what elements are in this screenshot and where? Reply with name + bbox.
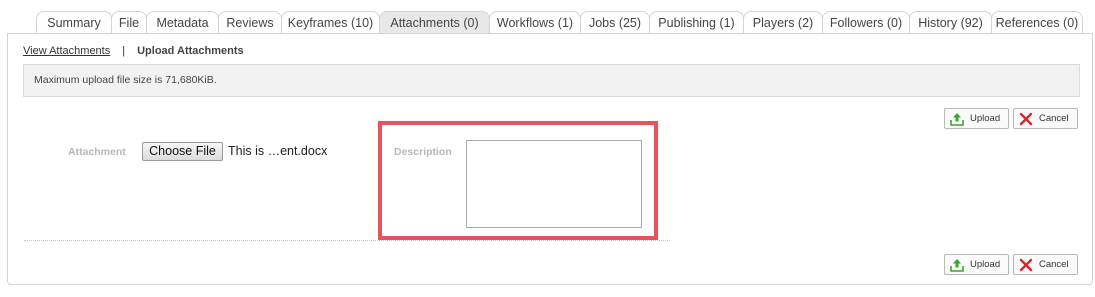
tab-keyframes[interactable]: Keyframes (10) bbox=[281, 11, 380, 33]
tab-players[interactable]: Players (2) bbox=[743, 11, 823, 33]
tab-bar: Summary File Metadata Reviews Keyframes … bbox=[36, 11, 1083, 34]
upload-button-bottom[interactable]: Upload bbox=[944, 254, 1009, 275]
upload-label: Upload bbox=[970, 259, 1001, 270]
red-x-icon bbox=[1019, 112, 1033, 126]
upload-arrow-icon bbox=[950, 112, 964, 126]
attachment-label: Attachment bbox=[68, 146, 126, 158]
tab-history[interactable]: History (92) bbox=[909, 11, 992, 33]
upload-size-info: Maximum upload file size is 71,680KiB. bbox=[23, 64, 1080, 97]
upload-button-top[interactable]: Upload bbox=[944, 108, 1009, 129]
tab-publishing[interactable]: Publishing (1) bbox=[649, 11, 744, 33]
tab-file[interactable]: File bbox=[111, 11, 147, 33]
tab-metadata[interactable]: Metadata bbox=[146, 11, 219, 33]
upload-attachments-current: Upload Attachments bbox=[137, 45, 244, 57]
tab-summary[interactable]: Summary bbox=[36, 11, 112, 33]
red-x-icon bbox=[1019, 258, 1033, 272]
tab-references[interactable]: References (0) bbox=[991, 11, 1083, 33]
cancel-button-bottom[interactable]: Cancel bbox=[1013, 254, 1078, 275]
form-divider bbox=[24, 240, 670, 241]
tab-attachments[interactable]: Attachments (0) bbox=[379, 11, 490, 33]
upload-arrow-icon bbox=[950, 258, 964, 272]
cancel-label: Cancel bbox=[1039, 113, 1069, 124]
tab-followers[interactable]: Followers (0) bbox=[822, 11, 910, 33]
subnav: View Attachments | Upload Attachments bbox=[23, 45, 244, 57]
cancel-button-top[interactable]: Cancel bbox=[1013, 108, 1078, 129]
view-attachments-link[interactable]: View Attachments bbox=[23, 45, 110, 57]
tab-workflows[interactable]: Workflows (1) bbox=[489, 11, 581, 33]
tab-jobs[interactable]: Jobs (25) bbox=[580, 11, 650, 33]
selected-file-name: This is …ent.docx bbox=[228, 144, 328, 158]
description-highlight-box bbox=[378, 121, 658, 240]
subnav-separator: | bbox=[122, 45, 126, 57]
cancel-label: Cancel bbox=[1039, 259, 1069, 270]
choose-file-button[interactable]: Choose File bbox=[142, 142, 223, 161]
upload-label: Upload bbox=[970, 113, 1001, 124]
tab-reviews[interactable]: Reviews bbox=[218, 11, 282, 33]
